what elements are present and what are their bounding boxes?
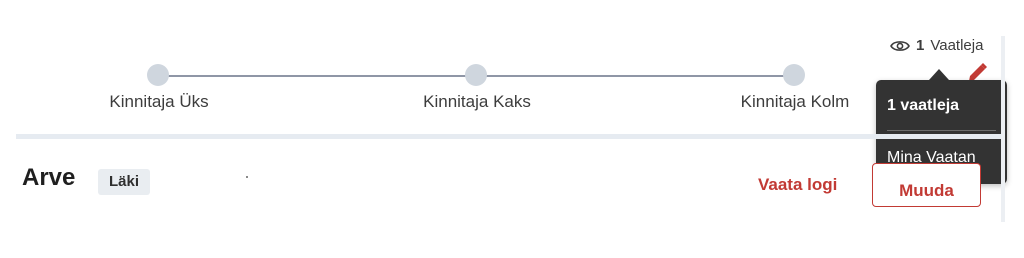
decorative-dot [246,176,248,178]
view-log-link[interactable]: Vaata logi [758,175,837,195]
step-dot-1 [147,64,169,86]
step-connector [476,75,794,77]
tooltip-arrow [929,69,949,80]
tooltip-divider [887,130,996,131]
scrollbar-track[interactable] [1001,36,1005,222]
step-label-2: Kinnitaja Kaks [423,92,531,111]
step-label-3: Kinnitaja Kolm [740,92,850,111]
eye-icon [890,40,910,51]
approval-steps: Kinnitaja Üks Kinnitaja Kaks Kinnitaja K… [0,0,1024,140]
step-dot-2 [465,64,487,86]
step-label-1: Kinnitaja Üks [109,92,209,111]
page-title: Arve [22,164,76,191]
status-badge: Läki [98,169,151,195]
edit-button[interactable]: Muuda [872,163,981,207]
tooltip-title: 1 vaatleja [887,97,960,114]
viewers-count: 1 [916,37,925,54]
section-divider [16,134,1003,139]
step-connector [158,75,476,77]
viewers-indicator[interactable]: 1 Vaatleja [890,37,983,54]
viewers-label: Vaatleja [930,37,984,54]
step-dot-3 [783,64,805,86]
